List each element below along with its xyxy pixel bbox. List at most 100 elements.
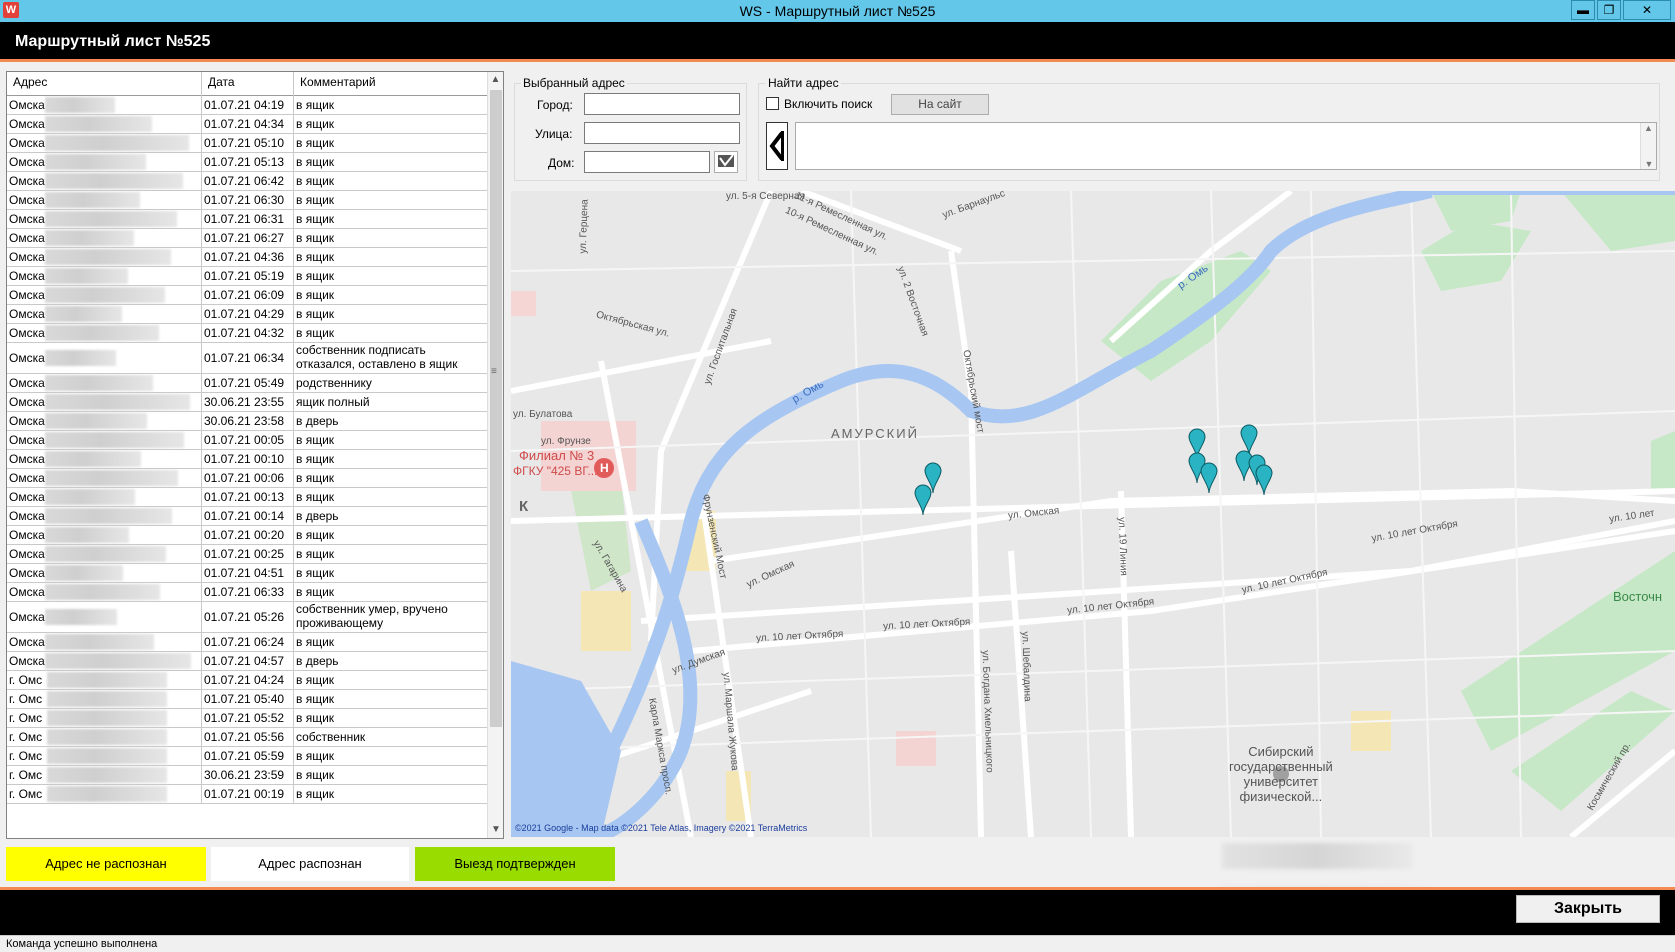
cell-address: г. Омс [7, 709, 202, 727]
table-row[interactable]: г. Омс 01.07.21 05:40 в ящик [7, 690, 488, 709]
street-field[interactable] [584, 122, 740, 144]
cell-address: Омска [7, 583, 202, 601]
map-label-gertsena: ул. Герцена [577, 199, 591, 254]
table-row[interactable]: Омска 01.07.21 06:09 в ящик [7, 286, 488, 305]
table-row[interactable]: г. Омс 30.06.21 23:59 в ящик [7, 766, 488, 785]
cell-date: 01.07.21 00:10 [202, 450, 294, 468]
cell-address: Омска [7, 172, 202, 190]
cell-address: Омска [7, 545, 202, 563]
cell-comment: в ящик [296, 288, 335, 302]
table-row[interactable]: г. Омс 01.07.21 05:59 в ящик [7, 747, 488, 766]
table-row[interactable]: Омска 01.07.21 05:26 собственник умер, вру… [7, 602, 488, 633]
table-row[interactable]: г. Омс 01.07.21 00:19 в ящик [7, 785, 488, 804]
table-row[interactable]: г. Омс 01.07.21 05:56 собственник [7, 728, 488, 747]
cell-comment: собственник [296, 730, 366, 744]
cell-comment: в ящик [296, 692, 335, 706]
map-label-university: Сибирский государственный университет фи… [1229, 744, 1333, 804]
cell-date: 01.07.21 05:56 [202, 728, 294, 746]
table-row[interactable]: Омска 01.07.21 06:33 в ящик [7, 583, 488, 602]
table-row[interactable]: Омска 01.07.21 04:34 в ящик [7, 115, 488, 134]
city-field[interactable] [584, 93, 740, 115]
table-row[interactable]: Омска 01.07.21 00:20 в ящик [7, 526, 488, 545]
search-results-box[interactable]: ▲ ▼ [795, 122, 1657, 170]
minimize-button[interactable]: ▬ [1571, 0, 1595, 20]
column-header-address[interactable]: Адрес [7, 72, 202, 96]
cell-comment: в ящик [296, 98, 335, 112]
table-row[interactable]: Омска 01.07.21 00:10 в ящик [7, 450, 488, 469]
redacted-address [47, 729, 167, 745]
table-row[interactable]: Омска 01.07.21 06:27 в ящик [7, 229, 488, 248]
cell-date: 01.07.21 06:42 [202, 172, 294, 190]
search-checkbox[interactable] [766, 97, 779, 110]
results-scrollbar[interactable]: ▲ ▼ [1640, 123, 1656, 169]
restore-button[interactable]: ❐ [1597, 0, 1621, 20]
cell-date: 01.07.21 06:34 [202, 343, 294, 373]
table-row[interactable]: Омска 01.07.21 06:24 в ящик [7, 633, 488, 652]
house-confirm-button[interactable] [714, 151, 738, 173]
cell-comment: в дверь [296, 509, 339, 523]
cell-date: 01.07.21 00:20 [202, 526, 294, 544]
cell-address: Омска [7, 115, 202, 133]
table-row[interactable]: Омска 01.07.21 00:25 в ящик [7, 545, 488, 564]
table-row[interactable]: Омска 01.07.21 04:32 в ящик [7, 324, 488, 343]
house-field[interactable] [584, 151, 710, 173]
to-site-button[interactable]: На сайт [891, 94, 989, 115]
column-header-date[interactable]: Дата [202, 72, 294, 96]
table-row[interactable]: Омска 01.07.21 05:13 в ящик [7, 153, 488, 172]
cell-date: 01.07.21 06:30 [202, 191, 294, 209]
map-label-liniya19: ул. 19 Линия [1115, 516, 1129, 577]
scroll-down-icon[interactable]: ▼ [1641, 159, 1657, 169]
cell-address: Омска [7, 564, 202, 582]
table-row[interactable]: Омска 01.07.21 00:13 в ящик [7, 488, 488, 507]
table-row[interactable]: Омска 30.06.21 23:55 ящик полный [7, 393, 488, 412]
city-label: Город: [537, 98, 573, 112]
table-row[interactable]: Омска 01.07.21 04:29 в ящик [7, 305, 488, 324]
cell-comment: в ящик [296, 787, 335, 801]
table-row[interactable]: Омска 01.07.21 00:06 в ящик [7, 469, 488, 488]
table-row[interactable]: Омска 30.06.21 23:58 в дверь [7, 412, 488, 431]
map-label-district: АМУРСКИЙ [831, 426, 919, 441]
table-row[interactable]: Омска 01.07.21 06:34 собственник подписать… [7, 343, 488, 374]
scroll-up-icon[interactable]: ▲ [488, 72, 503, 88]
scroll-up-icon[interactable]: ▲ [1641, 123, 1656, 133]
redacted-address [45, 230, 134, 246]
table-row[interactable]: Омска 01.07.21 04:19 в ящик [7, 96, 488, 115]
cell-date: 01.07.21 04:34 [202, 115, 294, 133]
page-header: Маршрутный лист №525 [0, 22, 1675, 62]
back-button[interactable] [766, 122, 788, 170]
legend-confirmed: Выезд подтвержден [415, 847, 615, 881]
table-row[interactable]: Омска 01.07.21 00:05 в ящик [7, 431, 488, 450]
cell-date: 01.07.21 04:19 [202, 96, 294, 114]
table-row[interactable]: Омска 01.07.21 04:36 в ящик [7, 248, 488, 267]
cell-date: 01.07.21 00:06 [202, 469, 294, 487]
scrollbar-thumb[interactable] [490, 90, 502, 727]
table-row[interactable]: Омска 01.07.21 05:49 родственнику [7, 374, 488, 393]
table-row[interactable]: Омска 01.07.21 06:31 в ящик [7, 210, 488, 229]
table-row[interactable]: Омска 01.07.21 04:51 в ящик [7, 564, 488, 583]
table-row[interactable]: г. Омс 01.07.21 05:52 в ящик [7, 709, 488, 728]
close-window-button[interactable]: ✕ [1623, 0, 1671, 20]
cell-address: г. Омс [7, 747, 202, 765]
legend-unrecognized: Адрес не распознан [6, 847, 206, 881]
address-table[interactable]: Адрес Дата Комментарий Омска 01.07.21 04:… [6, 71, 504, 839]
table-row[interactable]: г. Омс 01.07.21 04:24 в ящик [7, 671, 488, 690]
table-row[interactable]: Омска 01.07.21 04:57 в дверь [7, 652, 488, 671]
table-row[interactable]: Омска 01.07.21 05:10 в ящик [7, 134, 488, 153]
map-view[interactable]: H АМУРСКИЙ р. Омь р. Омь Филиал № 3 ФГКУ… [511, 191, 1675, 837]
close-button[interactable]: Закрыть [1516, 895, 1660, 923]
redacted-address [45, 211, 177, 227]
column-header-comment[interactable]: Комментарий [294, 72, 488, 96]
redacted-address [45, 173, 183, 189]
table-row[interactable]: Омска 01.07.21 06:30 в ящик [7, 191, 488, 210]
cell-date: 01.07.21 05:10 [202, 134, 294, 152]
table-row[interactable]: Омска 01.07.21 00:14 в дверь [7, 507, 488, 526]
status-bar: Команда успешно выполнена [0, 935, 1675, 952]
cell-address: Омска [7, 248, 202, 266]
table-row[interactable]: Омска 01.07.21 05:19 в ящик [7, 267, 488, 286]
redacted-address [45, 306, 122, 322]
scroll-down-icon[interactable]: ▼ [488, 822, 503, 838]
table-row[interactable]: Омска 01.07.21 06:42 в ящик [7, 172, 488, 191]
table-scrollbar[interactable]: ▲ ≡ ▼ [487, 72, 503, 838]
cell-address: г. Омс [7, 728, 202, 746]
cell-comment: ящик полный [296, 395, 370, 409]
